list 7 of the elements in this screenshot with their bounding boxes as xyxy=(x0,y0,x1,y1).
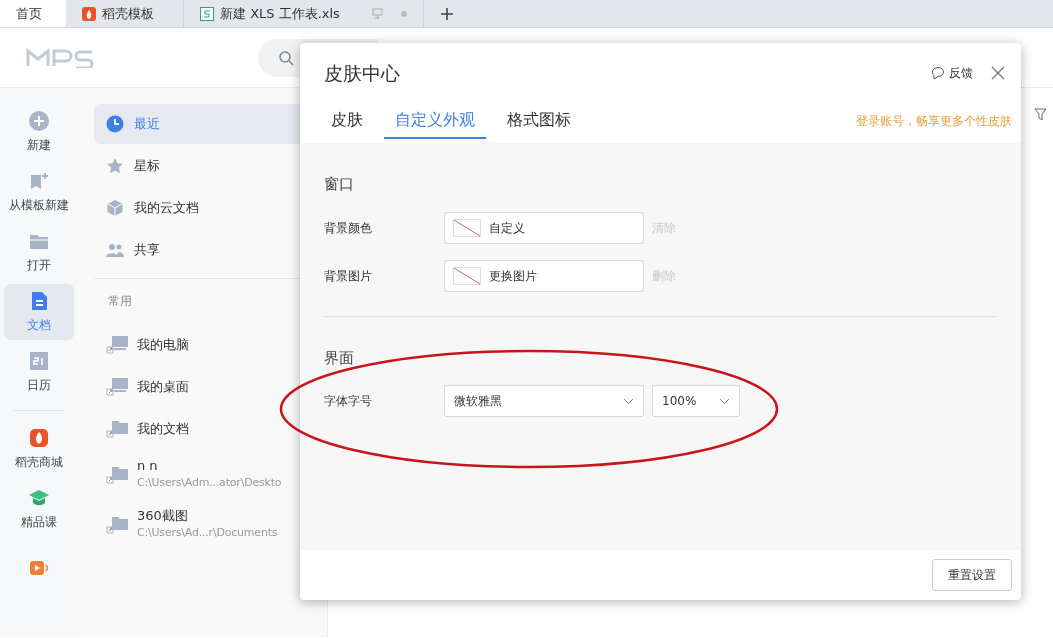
section-heading: 界面 xyxy=(324,347,355,369)
setting-label: 字体字号 xyxy=(324,393,373,410)
section-heading: 窗口 xyxy=(324,174,355,195)
dialog-title: 皮肤中心 xyxy=(324,60,400,86)
setting-label: 背景颜色 xyxy=(324,219,373,237)
setting-label: 背景图片 xyxy=(324,267,373,285)
section-title: 常用 xyxy=(108,293,132,310)
